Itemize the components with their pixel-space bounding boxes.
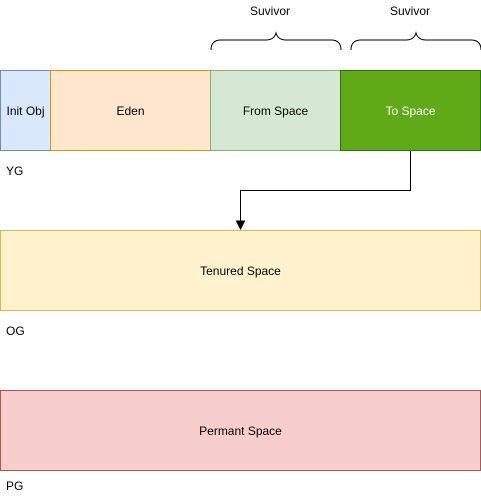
tenured-space-label: Tenured Space — [200, 263, 281, 278]
tenured-space-block: Tenured Space — [0, 230, 481, 311]
to-space-label: To Space — [385, 103, 436, 118]
survivor-brace-from — [210, 31, 342, 51]
promotion-arrow-line — [240, 151, 411, 222]
survivor-brace-to — [350, 31, 481, 51]
init-obj-label: Init Obj — [6, 103, 45, 118]
to-space-block: To Space — [340, 70, 481, 151]
promotion-arrowhead — [235, 220, 246, 231]
from-space-label: From Space — [242, 103, 309, 118]
young-generation-label: YG — [6, 164, 24, 178]
survivor-label-to: Suvivor — [389, 4, 430, 18]
init-obj-block: Init Obj — [0, 70, 51, 151]
from-space-block: From Space — [210, 70, 341, 151]
permanent-generation-label: PG — [6, 479, 24, 493]
permant-space-label: Permant Space — [199, 423, 282, 438]
survivor-label-from: Suvivor — [249, 4, 290, 18]
eden-block: Eden — [50, 70, 211, 151]
eden-label: Eden — [116, 103, 145, 118]
permant-space-block: Permant Space — [0, 390, 481, 471]
old-generation-label: OG — [6, 324, 25, 338]
